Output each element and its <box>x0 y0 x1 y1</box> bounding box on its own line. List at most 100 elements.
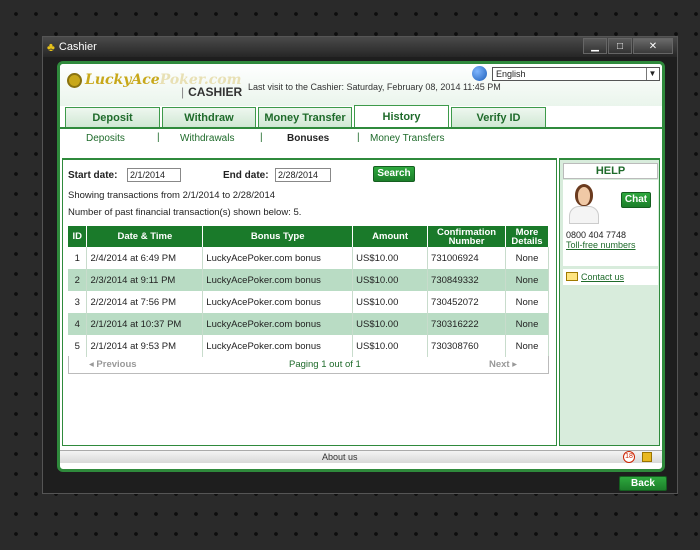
cell-confirmation: 730316222 <box>427 313 506 335</box>
logo-coin-icon <box>67 72 82 88</box>
contact-us-link[interactable]: Contact us <box>581 272 624 282</box>
end-date-label: End date: <box>223 170 269 181</box>
end-date-input[interactable]: 2/28/2014 <box>275 168 331 182</box>
subnav-separator: | <box>357 132 360 143</box>
cell-id: 3 <box>68 291 88 313</box>
cell-amount: US$10.00 <box>352 291 429 313</box>
cell-date: 2/2/2014 at 7:56 PM <box>86 291 204 313</box>
support-agent-icon <box>567 182 601 224</box>
previous-button[interactable]: ◂ Previous <box>89 359 137 370</box>
language-value: English <box>496 68 526 79</box>
cell-amount: US$10.00 <box>352 335 429 357</box>
maximize-button[interactable]: □ <box>608 38 632 54</box>
col-id: ID <box>68 226 88 247</box>
cell-id: 4 <box>68 313 88 335</box>
cell-amount: US$10.00 <box>352 313 429 335</box>
col-amount: Amount <box>352 226 429 247</box>
date-range-text: Showing transactions from 2/1/2014 to 2/… <box>68 190 276 201</box>
next-button[interactable]: Next ▸ <box>489 359 517 370</box>
window-controls: ▁ □ ✕ <box>583 38 673 54</box>
cell-date: 2/3/2014 at 9:11 PM <box>86 269 204 291</box>
transactions-table: ID Date & Time Bonus Type Amount Confirm… <box>68 226 549 357</box>
subnav-deposits[interactable]: Deposits <box>86 133 125 144</box>
footer: About us 18 <box>60 450 662 463</box>
cell-bonus-type: LuckyAcePoker.com bonus <box>202 313 354 335</box>
language-selector: English ▼ <box>472 66 660 81</box>
subnav-withdrawals[interactable]: Withdrawals <box>180 133 234 144</box>
cell-bonus-type: LuckyAcePoker.com bonus <box>202 247 354 269</box>
phone-number: 0800 404 7748 <box>566 230 627 240</box>
help-panel: HELP Chat 0800 404 7748 Toll-free number… <box>559 158 660 446</box>
tab-verify-id[interactable]: Verify ID <box>451 107 546 127</box>
cell-date: 2/4/2014 at 6:49 PM <box>86 247 204 269</box>
cell-details: None <box>505 313 549 335</box>
col-date-time: Date & Time <box>86 226 204 247</box>
table-header-row: ID Date & Time Bonus Type Amount Confirm… <box>68 226 549 247</box>
pagination: ◂ Previous Paging 1 out of 1 Next ▸ <box>68 356 549 374</box>
start-date-label: Start date: <box>68 170 118 181</box>
table-row: 5 2/1/2014 at 9:53 PM LuckyAcePoker.com … <box>68 335 549 357</box>
mail-icon <box>566 272 578 281</box>
table-row: 2 2/3/2014 at 9:11 PM LuckyAcePoker.com … <box>68 269 549 291</box>
cell-bonus-type: LuckyAcePoker.com bonus <box>202 291 354 313</box>
subnav-bonuses[interactable]: Bonuses <box>287 133 329 144</box>
back-button[interactable]: Back <box>619 476 667 491</box>
cashier-window: ♣ Cashier ▁ □ ✕ LuckyAcePoker.com | CASHI… <box>42 36 678 494</box>
cell-details: None <box>505 335 549 357</box>
logo-main-text: LuckyAce <box>85 72 160 88</box>
age-18-icon: 18 <box>623 451 635 463</box>
contact-row: Contact us <box>563 269 658 285</box>
tab-history[interactable]: History <box>354 105 449 127</box>
cell-details: None <box>505 247 549 269</box>
window-title: Cashier <box>58 41 97 53</box>
cashier-title: CASHIER <box>188 85 243 99</box>
tab-deposit[interactable]: Deposit <box>65 107 160 127</box>
header: LuckyAcePoker.com | CASHIER Last visit to… <box>60 64 662 106</box>
table-row: 4 2/1/2014 at 10:37 PM LuckyAcePoker.com… <box>68 313 549 335</box>
minimize-button[interactable]: ▁ <box>583 38 607 54</box>
help-card: Chat 0800 404 7748 Toll-free numbers <box>563 180 658 266</box>
paging-status: Paging 1 out of 1 <box>289 359 361 370</box>
lock-icon <box>642 452 652 462</box>
transaction-count-text: Number of past financial transaction(s) … <box>68 207 302 218</box>
chevron-down-icon[interactable]: ▼ <box>646 67 658 80</box>
subnav-separator: | <box>260 132 263 143</box>
subnav-money-transfers[interactable]: Money Transfers <box>370 133 444 144</box>
cell-date: 2/1/2014 at 9:53 PM <box>86 335 204 357</box>
title-separator: | <box>181 85 185 99</box>
cell-amount: US$10.00 <box>352 269 429 291</box>
table-row: 3 2/2/2014 at 7:56 PM LuckyAcePoker.com … <box>68 291 549 313</box>
main-tabs: Deposit Withdraw Money Transfer History … <box>65 105 546 127</box>
cell-amount: US$10.00 <box>352 247 429 269</box>
cell-id: 5 <box>68 335 88 357</box>
close-button[interactable]: ✕ <box>633 38 673 54</box>
cell-date: 2/1/2014 at 10:37 PM <box>86 313 204 335</box>
language-select[interactable]: English ▼ <box>492 66 660 81</box>
clover-icon: ♣ <box>47 40 55 54</box>
col-more-details: More Details <box>505 226 549 247</box>
subnav-separator: | <box>157 132 160 143</box>
cell-bonus-type: LuckyAcePoker.com bonus <box>202 335 354 357</box>
tollfree-link[interactable]: Toll-free numbers <box>566 240 636 250</box>
start-date-input[interactable]: 2/1/2014 <box>127 168 181 182</box>
cell-confirmation: 731006924 <box>427 247 506 269</box>
cell-details: None <box>505 291 549 313</box>
chat-button[interactable]: Chat <box>621 192 651 208</box>
cashier-client: LuckyAcePoker.com | CASHIER Last visit to… <box>57 61 665 472</box>
cell-confirmation: 730308760 <box>427 335 506 357</box>
cell-id: 2 <box>68 269 88 291</box>
about-us-link[interactable]: About us <box>322 452 358 462</box>
help-title: HELP <box>563 163 658 179</box>
globe-icon <box>472 66 487 81</box>
search-button[interactable]: Search <box>373 166 415 182</box>
cell-id: 1 <box>68 247 88 269</box>
cell-details: None <box>505 269 549 291</box>
col-confirmation: Confirmation Number <box>427 226 506 247</box>
tab-withdraw[interactable]: Withdraw <box>162 107 256 127</box>
title-bar[interactable]: ♣ Cashier <box>43 37 677 57</box>
cell-bonus-type: LuckyAcePoker.com bonus <box>202 269 354 291</box>
last-visit-text: Last visit to the Cashier: Saturday, Feb… <box>248 82 501 92</box>
cell-confirmation: 730452072 <box>427 291 506 313</box>
tab-money-transfer[interactable]: Money Transfer <box>258 107 352 127</box>
history-panel: Start date: 2/1/2014 End date: 2/28/2014… <box>62 158 557 446</box>
